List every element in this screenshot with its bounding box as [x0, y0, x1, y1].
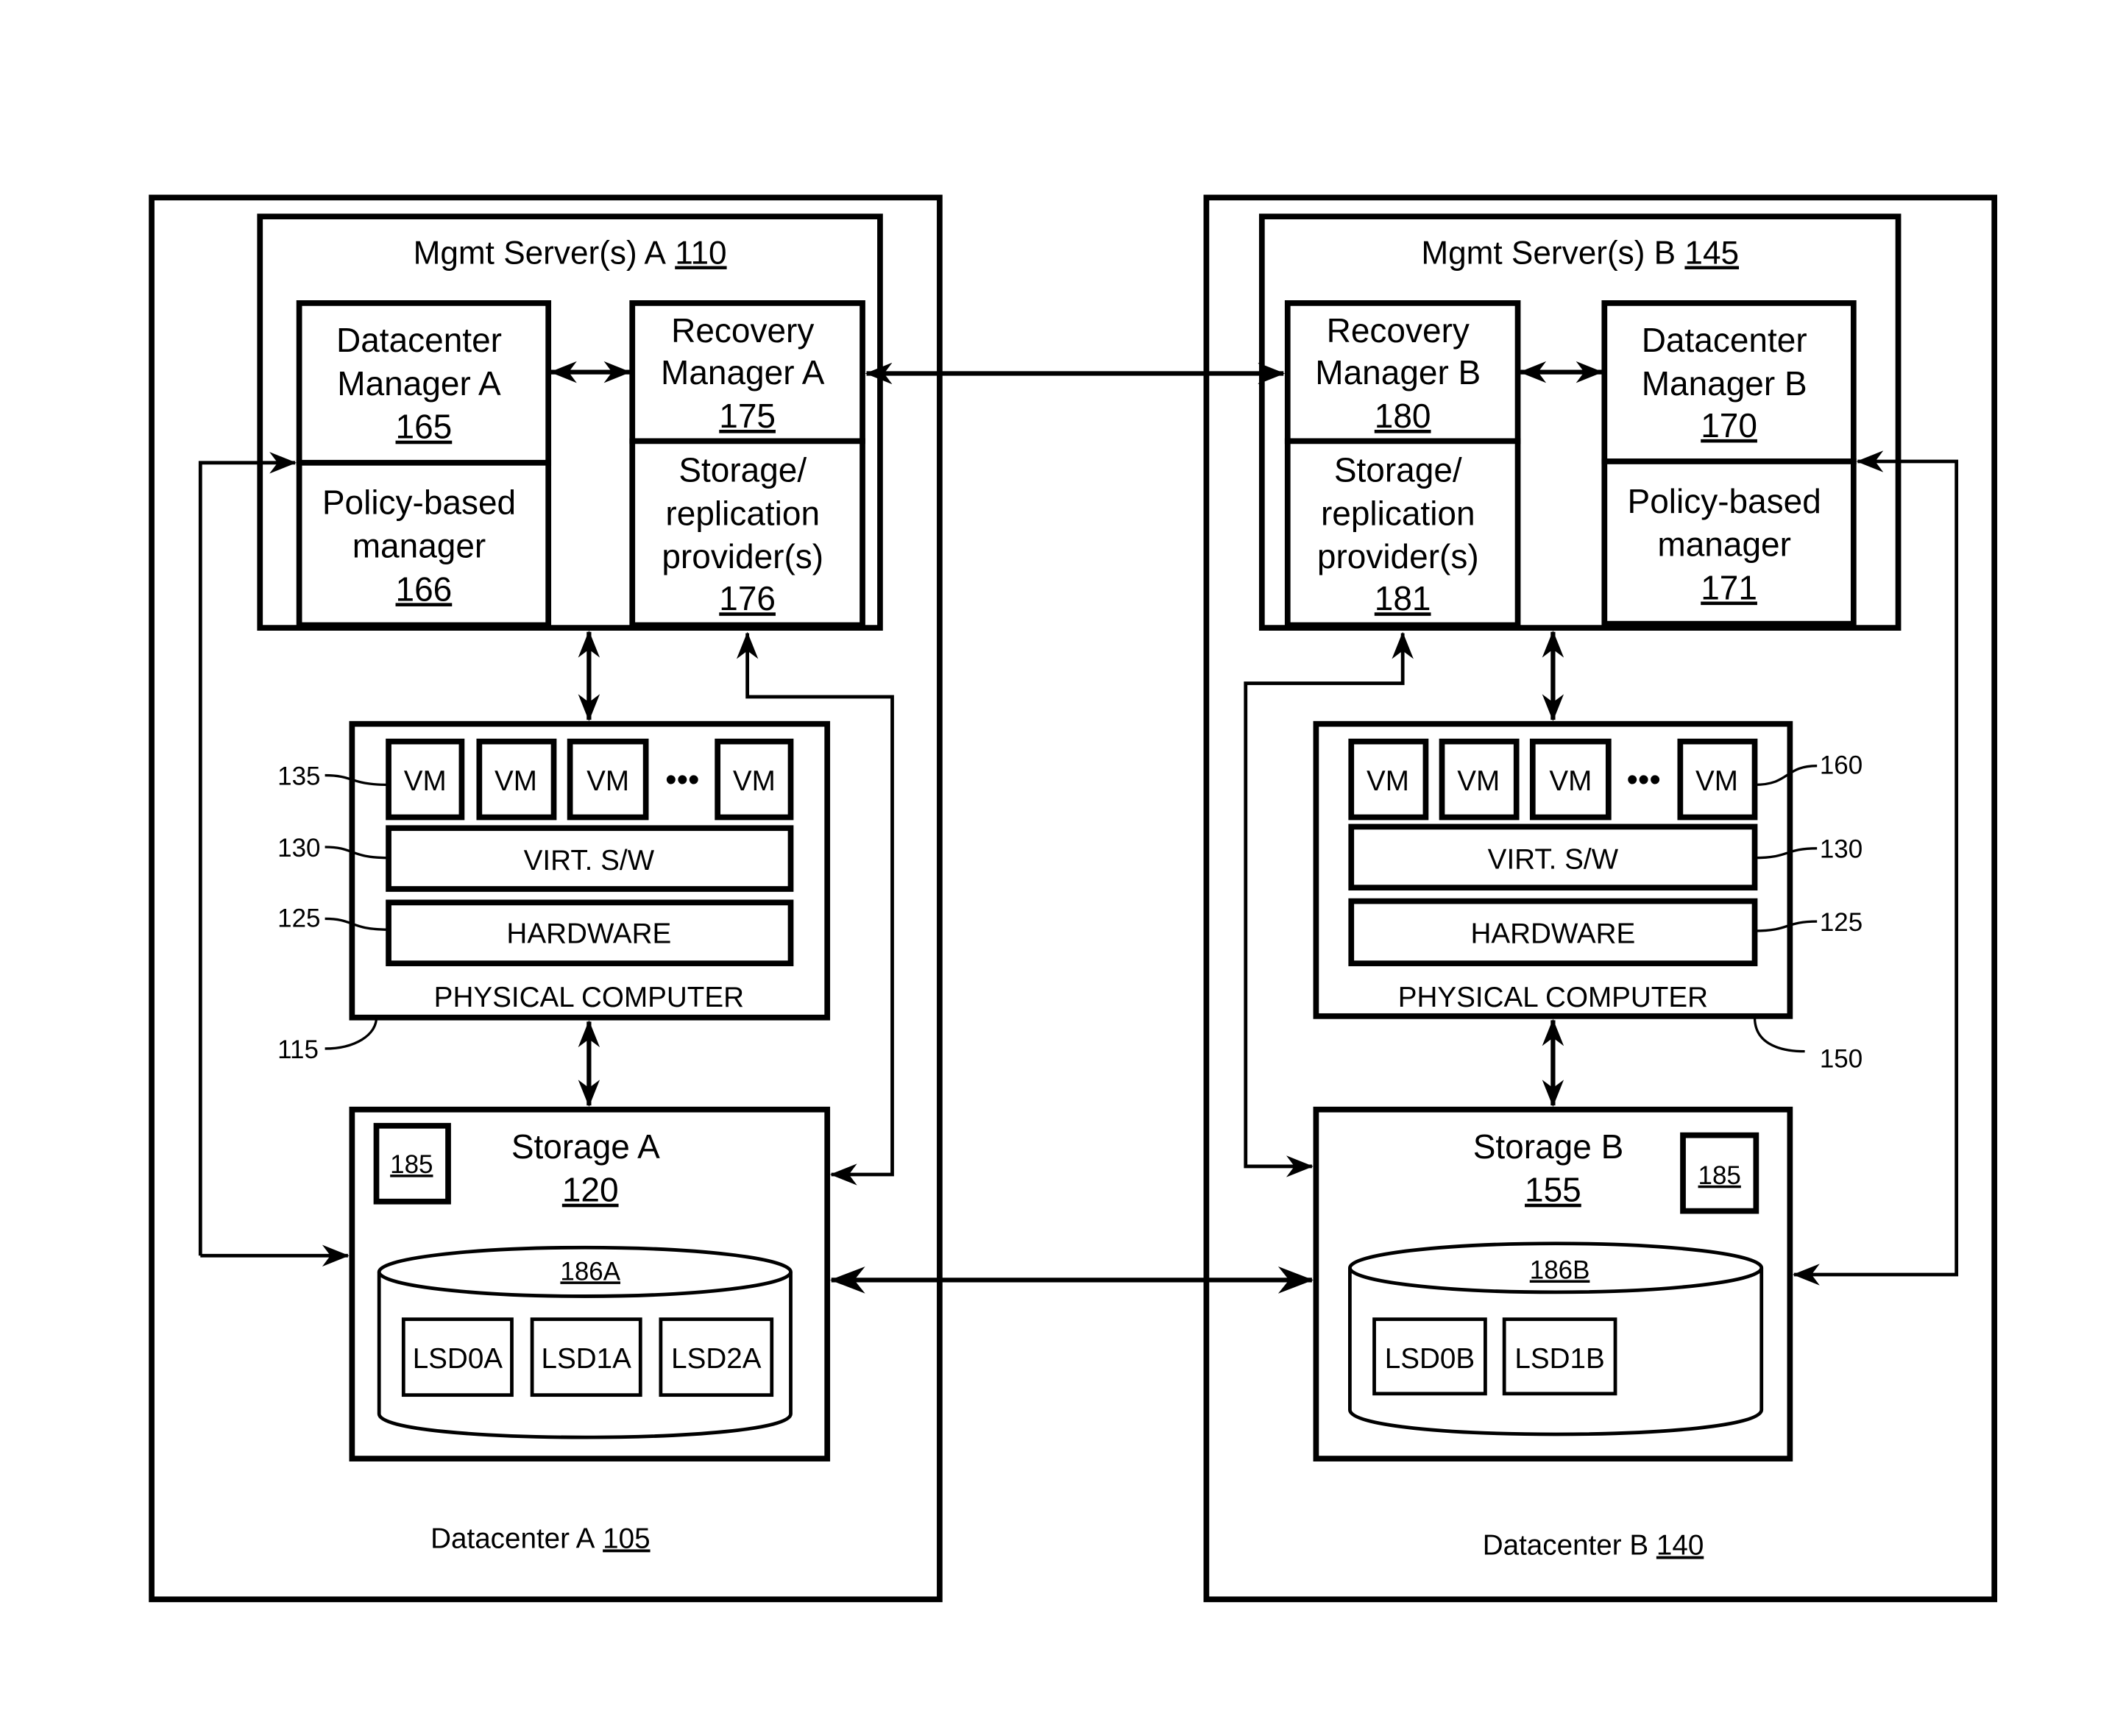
- mgmt-server-b: Mgmt Server(s) B 145 Recovery Manager B …: [1258, 213, 1902, 631]
- physical-computer-a-label: PHYSICAL COMPUTER: [434, 982, 744, 1013]
- datacenter-a-label: Datacenter A 105: [430, 1523, 650, 1554]
- virt-sw-b-label: VIRT. S/W: [1488, 843, 1619, 875]
- ref-115: 115: [277, 1035, 319, 1064]
- vm-b-ellipsis: •••: [1626, 762, 1660, 798]
- datacenter-b: Datacenter B 140 Mgmt Server(s) B 145 Re…: [1203, 194, 1998, 1603]
- ref-135: 135: [277, 762, 320, 790]
- storage-array-186b: 186B LSD0B LSD1B: [1348, 1241, 1764, 1436]
- vm-a-3-label: VM: [586, 765, 629, 797]
- lsd1a-label: LSD1A: [541, 1343, 631, 1375]
- physical-computer-a: VM VM VM ••• VM VIRT. S/W HARDWARE PHYSI…: [277, 720, 831, 1064]
- vm-a-4-label: VM: [733, 765, 776, 797]
- hardware-a-label: HARDWARE: [506, 918, 671, 950]
- lsd0a-label: LSD0A: [413, 1343, 503, 1375]
- vm-a-1-label: VM: [404, 765, 447, 797]
- vm-b-1-label: VM: [1367, 765, 1409, 797]
- lsd2a-label: LSD2A: [671, 1343, 762, 1375]
- ref-130-b: 130: [1820, 835, 1863, 864]
- array-186a-label: 186A: [560, 1257, 620, 1286]
- vm-row-b: VM VM VM ••• VM: [1348, 738, 1758, 821]
- storage-b: 185 Storage B 155 186B LSD0B LSD1B: [1313, 1106, 1793, 1462]
- vm-b-4-label: VM: [1695, 765, 1738, 797]
- ref-125-a: 125: [277, 904, 320, 932]
- physical-computer-b-label: PHYSICAL COMPUTER: [1398, 982, 1708, 1013]
- storage-array-186a: 186A LSD0A LSD1A LSD2A: [377, 1245, 793, 1439]
- datacenter-b-label: Datacenter B 140: [1483, 1530, 1704, 1562]
- datacenter-replication-diagram: Datacenter A 105 Mgmt Server(s) A 110 Da…: [149, 194, 1998, 1603]
- hardware-b-label: HARDWARE: [1470, 918, 1635, 950]
- ref-130-a: 130: [277, 834, 320, 862]
- mgmt-server-a: Mgmt Server(s) A 110 Datacenter Manager …: [257, 213, 883, 631]
- module-185-b-label: 185: [1698, 1161, 1741, 1190]
- mgmt-server-a-title: Mgmt Server(s) A 110: [414, 235, 727, 272]
- storage-a: 185 Storage A 120 186A LSD0A LSD1A LSD2A: [349, 1106, 831, 1462]
- datacenter-a: Datacenter A 105 Mgmt Server(s) A 110 Da…: [149, 194, 943, 1603]
- ref-160: 160: [1820, 751, 1863, 780]
- vm-a-ellipsis: •••: [665, 762, 699, 798]
- virt-sw-a-label: VIRT. S/W: [524, 845, 655, 876]
- vm-a-2-label: VM: [495, 765, 537, 797]
- lsd0b-label: LSD0B: [1385, 1343, 1475, 1375]
- lsd1b-label: LSD1B: [1514, 1343, 1604, 1375]
- array-186b-label: 186B: [1530, 1256, 1590, 1285]
- vm-row-a: VM VM VM ••• VM: [386, 738, 794, 821]
- module-185-a-label: 185: [390, 1150, 433, 1179]
- vm-b-2-label: VM: [1457, 765, 1500, 797]
- vm-b-3-label: VM: [1549, 765, 1592, 797]
- ref-150: 150: [1820, 1045, 1863, 1074]
- mgmt-server-b-title: Mgmt Server(s) B 145: [1421, 235, 1739, 272]
- ref-125-b: 125: [1820, 908, 1863, 937]
